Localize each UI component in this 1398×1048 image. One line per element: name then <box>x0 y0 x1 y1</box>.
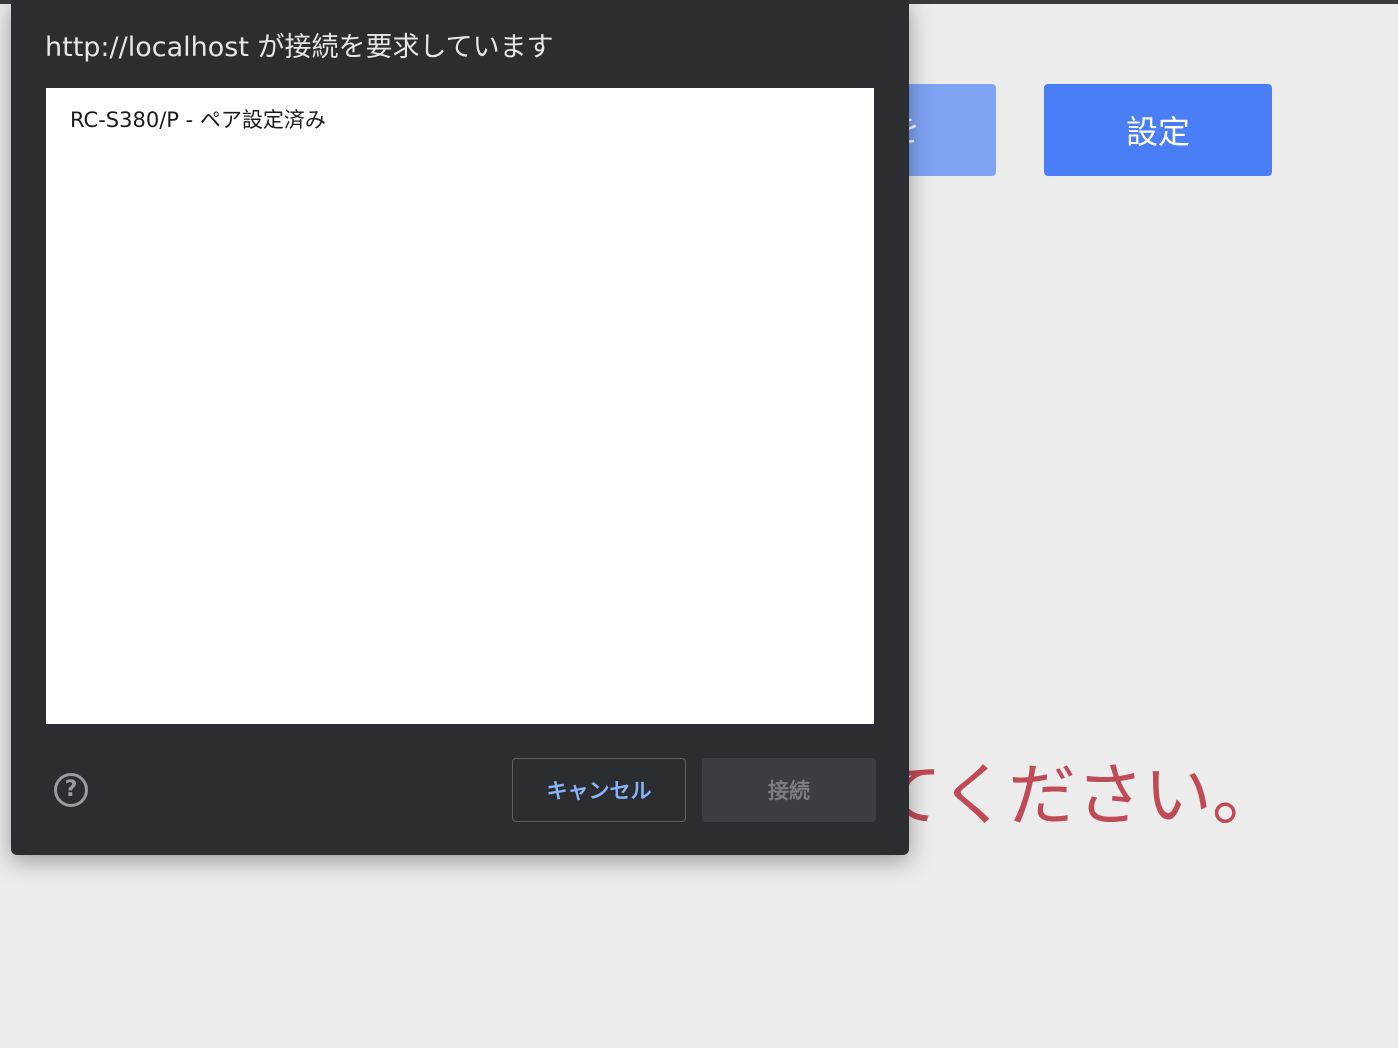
connect-button[interactable]: 接続 <box>702 758 876 822</box>
device-list: RC-S380/P - ペア設定済み <box>46 88 874 724</box>
dialog-title: http://localhost が接続を要求しています <box>45 32 554 63</box>
settings-button[interactable]: 設定 <box>1044 84 1272 176</box>
browser-page: を 設定 てください。 http://localhost が接続を要求しています… <box>0 0 1398 1048</box>
device-list-item[interactable]: RC-S380/P - ペア設定済み <box>46 88 874 152</box>
help-icon[interactable]: ? <box>54 773 88 807</box>
device-chooser-dialog: http://localhost が接続を要求しています RC-S380/P -… <box>11 0 909 855</box>
cancel-button[interactable]: キャンセル <box>512 758 686 822</box>
